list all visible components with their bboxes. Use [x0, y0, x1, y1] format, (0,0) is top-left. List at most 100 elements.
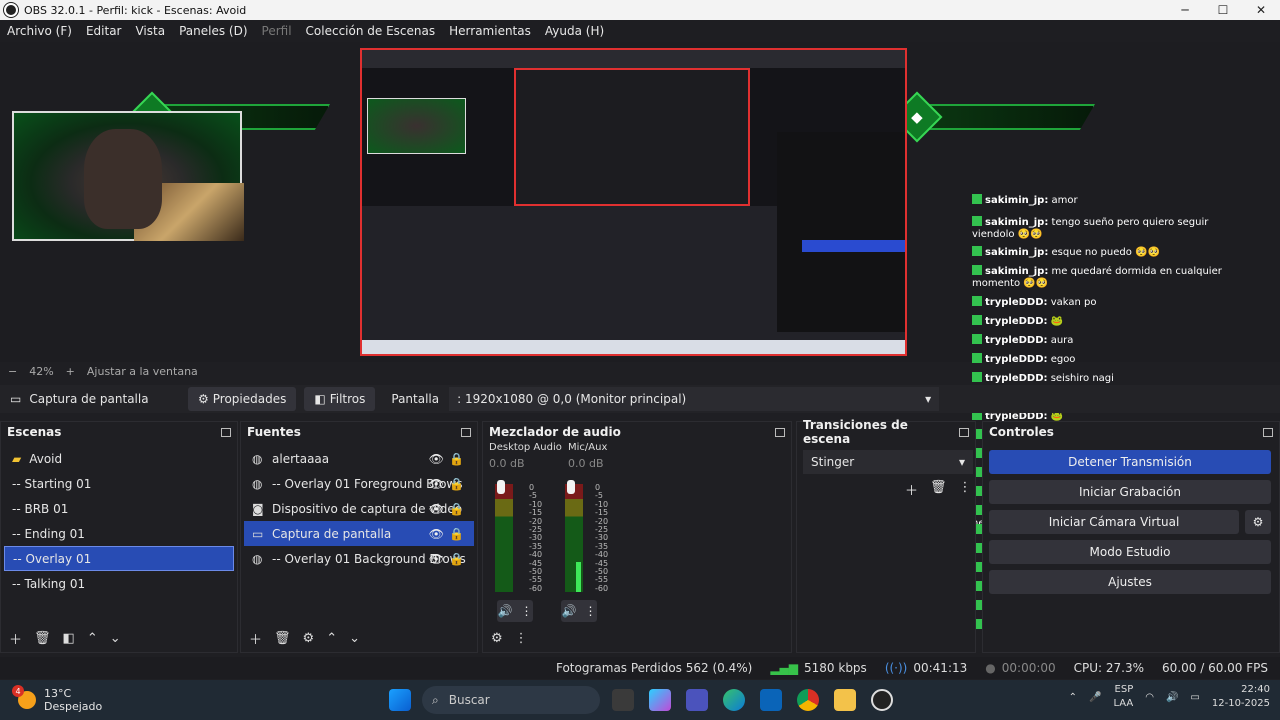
copilot-icon[interactable]: [649, 689, 671, 711]
move-up-button[interactable]: ⌃: [87, 631, 98, 646]
undock-icon[interactable]: [221, 427, 231, 437]
source-item[interactable]: ◍ alertaaaa 👁 🔒: [244, 446, 474, 471]
advanced-audio-icon[interactable]: ⚙: [491, 631, 503, 646]
clock[interactable]: 22:40 12-10-2025: [1212, 683, 1270, 711]
kebab-icon[interactable]: ⋮: [584, 604, 596, 618]
add-scene-button[interactable]: ＋: [9, 629, 22, 648]
battery-icon[interactable]: ▭: [1190, 692, 1199, 703]
volume-slider[interactable]: [567, 480, 575, 494]
scene-item[interactable]: ▰ Avoid: [4, 446, 234, 471]
channel-controls[interactable]: 🔊 ⋮: [561, 600, 597, 622]
wifi-icon[interactable]: ◠: [1145, 692, 1154, 703]
screen-capture-source[interactable]: [360, 48, 907, 356]
teams-icon[interactable]: [686, 689, 708, 711]
zoom-in-button[interactable]: +: [66, 365, 75, 378]
lock-icon[interactable]: 🔒: [449, 502, 464, 516]
scene-item-selected[interactable]: -- Overlay 01: [4, 546, 234, 571]
lock-icon[interactable]: 🔒: [449, 552, 464, 566]
trash-icon[interactable]: 🗑: [930, 480, 947, 499]
edge-icon[interactable]: [723, 689, 745, 711]
eye-icon[interactable]: 👁: [429, 527, 444, 541]
add-transition-button[interactable]: ＋: [905, 480, 918, 499]
transition-select[interactable]: Stinger ▾: [803, 450, 973, 474]
speaker-icon[interactable]: 🔊: [498, 604, 513, 618]
lock-icon[interactable]: 🔒: [449, 527, 464, 541]
volume-icon[interactable]: 🔊: [1166, 692, 1178, 703]
volume-meter: [495, 484, 513, 592]
kebab-icon[interactable]: ⋮: [515, 631, 528, 646]
move-down-button[interactable]: ⌄: [349, 631, 360, 646]
transition-value: Stinger: [811, 455, 855, 469]
source-item[interactable]: ◍ -- Overlay 01 Background Brows 👁 🔒: [244, 546, 474, 571]
fit-window-button[interactable]: Ajustar a la ventana: [87, 365, 198, 378]
move-down-button[interactable]: ⌄: [110, 631, 121, 646]
volume-slider[interactable]: [497, 480, 505, 494]
close-button[interactable]: ✕: [1242, 0, 1280, 20]
display-select[interactable]: : 1920x1080 @ 0,0 (Monitor principal) ▾: [449, 387, 940, 411]
menu-profile[interactable]: Perfil: [255, 24, 299, 38]
gear-icon[interactable]: ⚙: [1245, 510, 1271, 534]
menu-file[interactable]: Archivo (F): [0, 24, 79, 38]
meter-scale: 0 -5 -10 -15 -20 -25 -30 -35 -40 -45 -50 -55 -60: [529, 483, 542, 593]
gear-icon[interactable]: ⚙: [303, 631, 315, 646]
eye-icon[interactable]: 👁: [429, 552, 444, 566]
source-item[interactable]: ◙ Dispositivo de captura de video 👁 🔒: [244, 496, 474, 521]
move-up-button[interactable]: ⌃: [326, 631, 337, 646]
filters-button[interactable]: ◧ Filtros: [304, 387, 376, 411]
language-indicator[interactable]: ESP LAA: [1113, 683, 1133, 711]
chrome-icon[interactable]: [797, 689, 819, 711]
globe-icon: ◍: [252, 551, 263, 566]
kebab-icon[interactable]: ⋮: [520, 604, 532, 618]
mic-icon[interactable]: 🎤: [1089, 692, 1101, 703]
lock-icon[interactable]: 🔒: [449, 452, 464, 466]
chevron-up-icon[interactable]: ⌃: [1069, 692, 1077, 703]
filters-label: Filtros: [329, 392, 366, 406]
record-icon: ●: [985, 661, 996, 675]
menu-docks[interactable]: Paneles (D): [172, 24, 254, 38]
menu-scene-collection[interactable]: Colección de Escenas: [299, 24, 443, 38]
speaker-icon[interactable]: 🔊: [562, 604, 577, 618]
start-recording-button[interactable]: Iniciar Grabación: [989, 480, 1271, 504]
scene-item[interactable]: -- BRB 01: [4, 496, 234, 521]
undock-icon[interactable]: [1263, 427, 1273, 437]
menu-view[interactable]: Vista: [128, 24, 172, 38]
store-icon[interactable]: [760, 689, 782, 711]
windows-start-icon[interactable]: [389, 689, 411, 711]
menu-help[interactable]: Ayuda (H): [538, 24, 611, 38]
menu-tools[interactable]: Herramientas: [442, 24, 538, 38]
settings-button[interactable]: Ajustes: [989, 570, 1271, 594]
file-explorer-icon[interactable]: [834, 689, 856, 711]
start-virtual-camera-button[interactable]: Iniciar Cámara Virtual: [989, 510, 1239, 534]
eye-icon[interactable]: 👁: [429, 502, 444, 516]
properties-button[interactable]: ⚙ Propiedades: [188, 387, 297, 411]
eye-icon[interactable]: 👁: [429, 452, 444, 466]
trash-icon[interactable]: 🗑: [274, 631, 291, 646]
scene-item[interactable]: -- Starting 01: [4, 471, 234, 496]
scene-item[interactable]: -- Ending 01: [4, 521, 234, 546]
source-item[interactable]: ◍ -- Overlay 01 Foreground Brows 👁 🔒: [244, 471, 474, 496]
undock-icon[interactable]: [775, 427, 785, 437]
undock-icon[interactable]: [959, 427, 969, 437]
minimize-button[interactable]: ─: [1166, 0, 1204, 20]
source-item-selected[interactable]: ▭ Captura de pantalla 👁 🔒: [244, 521, 474, 546]
kebab-icon[interactable]: ⋮: [959, 480, 972, 499]
trash-icon[interactable]: 🗑: [34, 631, 51, 646]
scene-item[interactable]: -- Talking 01: [4, 571, 234, 596]
chat-message: sakimin_jp: me quedaré dormida en cualqu…: [972, 265, 1252, 290]
gear-icon: ⚙: [198, 392, 209, 406]
stop-stream-button[interactable]: Detener Transmisión: [989, 450, 1271, 474]
taskbar-search[interactable]: ⌕ Buscar: [422, 686, 600, 714]
studio-mode-button[interactable]: Modo Estudio: [989, 540, 1271, 564]
channel-controls[interactable]: 🔊 ⋮: [497, 600, 533, 622]
lock-icon[interactable]: 🔒: [449, 477, 464, 491]
add-source-button[interactable]: ＋: [249, 629, 262, 648]
obs-taskbar-icon[interactable]: [871, 689, 893, 711]
scene-filters-button[interactable]: ◧: [63, 631, 75, 646]
maximize-button[interactable]: ☐: [1204, 0, 1242, 20]
menu-edit[interactable]: Editar: [79, 24, 129, 38]
undock-icon[interactable]: [461, 427, 471, 437]
eye-icon[interactable]: 👁: [429, 477, 444, 491]
zoom-out-button[interactable]: −: [8, 365, 17, 378]
task-view-icon[interactable]: [612, 689, 634, 711]
weather-widget[interactable]: 4 13°C Despejado: [12, 685, 102, 713]
